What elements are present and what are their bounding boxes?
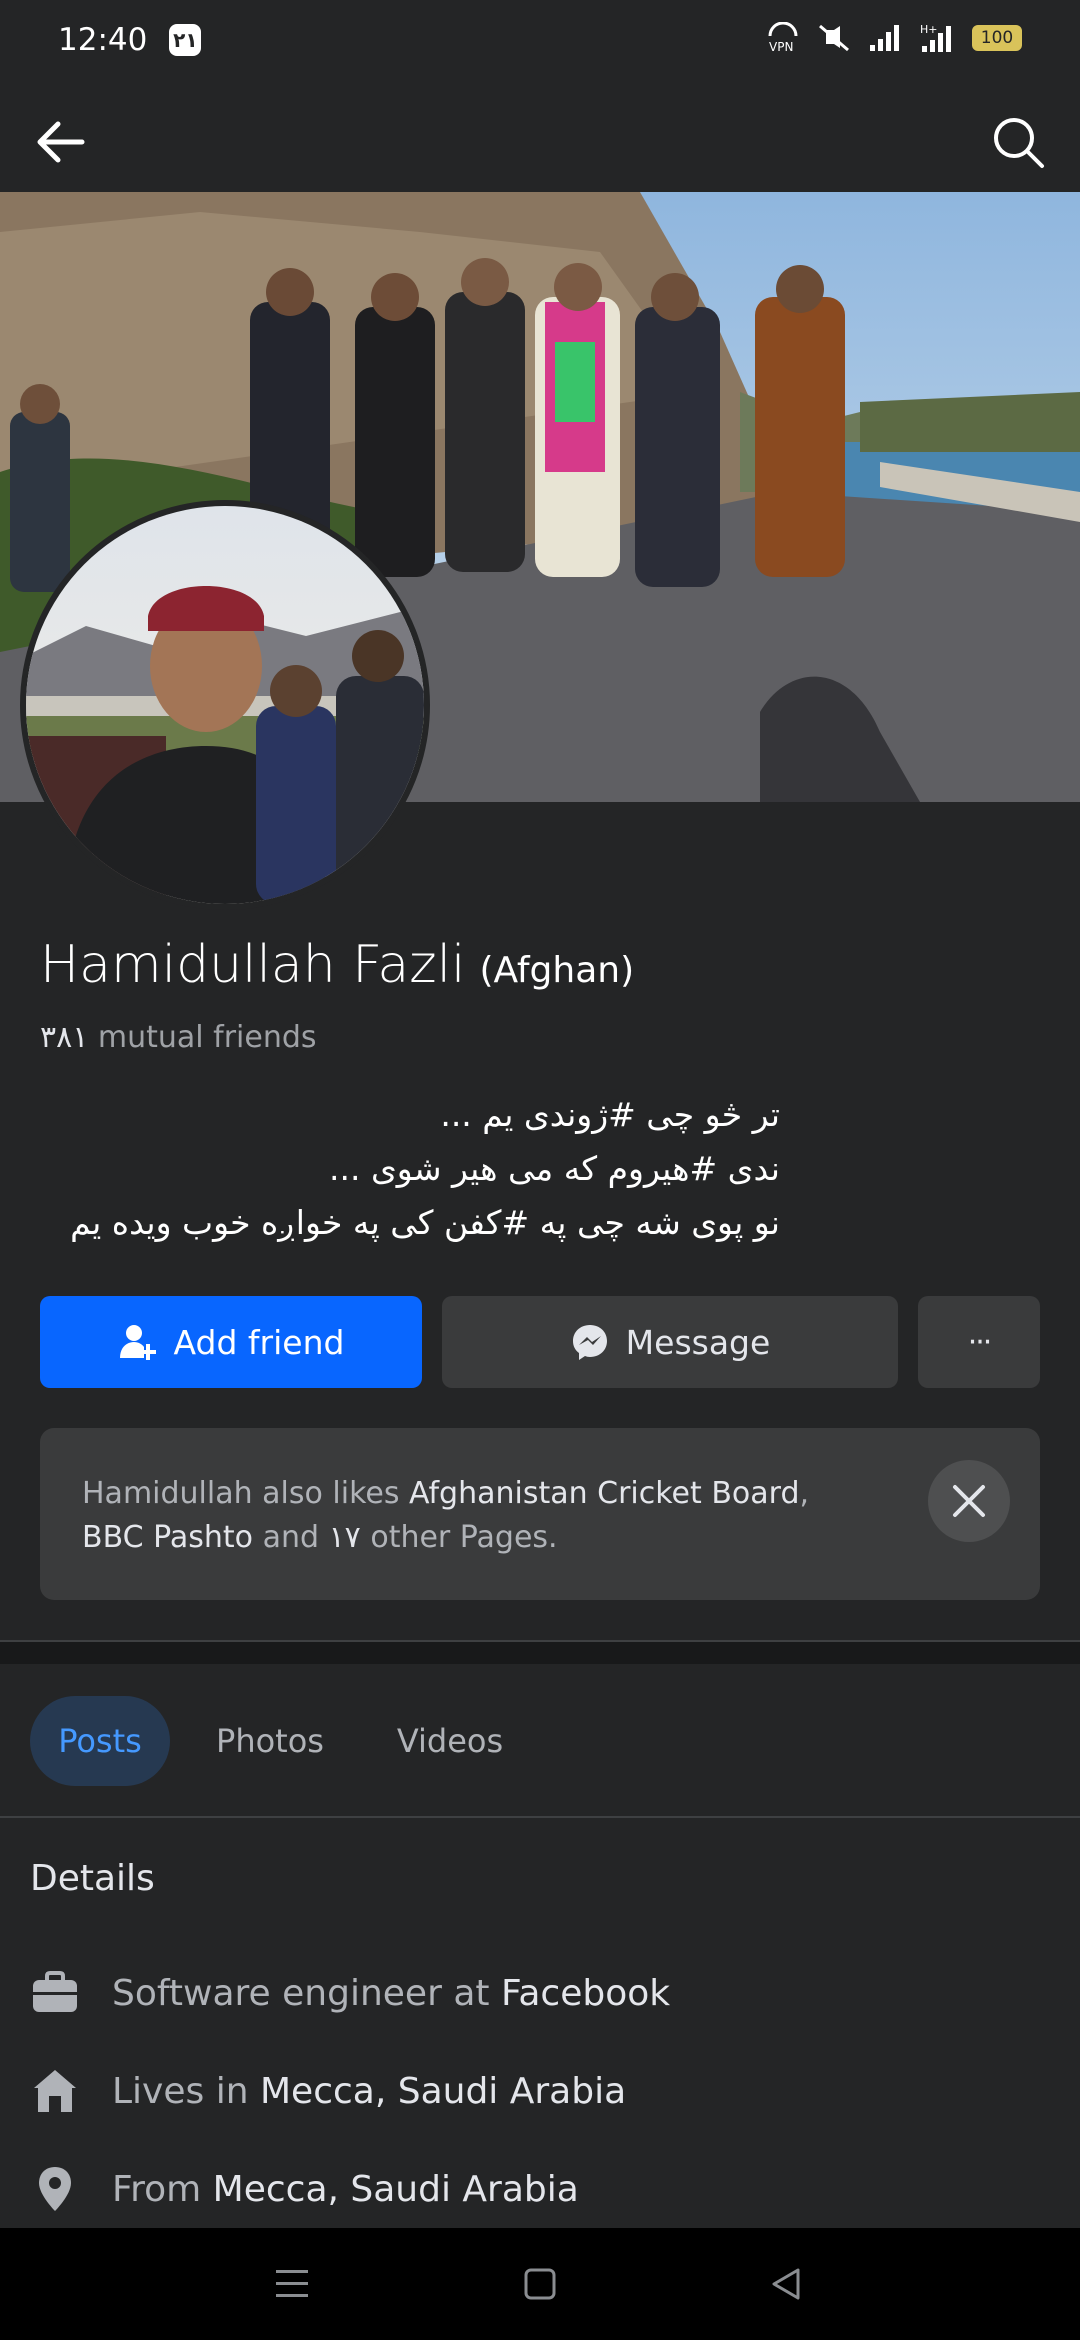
mutual-friends[interactable]: ۳۸۱ mutual friends [40, 1020, 317, 1055]
location-pin-icon [39, 2167, 71, 2211]
close-icon [953, 1485, 985, 1517]
bio-line: تر څو چی #ژوندی یم ... [440, 1095, 780, 1134]
message-button[interactable]: Message [442, 1296, 898, 1388]
more-options-button[interactable]: ··· [918, 1296, 1040, 1388]
top-nav [0, 80, 1080, 192]
lives-prefix: Lives in [112, 2070, 249, 2112]
system-nav-bar [0, 2228, 1080, 2340]
mutual-friends-count: ۳۸۱ [40, 1020, 89, 1055]
profile-name: Hamidullah Fazli [40, 935, 466, 995]
notification-badge-icon: ۲۱ [169, 24, 202, 56]
liked-page-link[interactable]: BBC Pashto [82, 1520, 253, 1555]
profile-bio: تر څو چی #ژوندی یم ... ندی #هیروم که می … [40, 1088, 780, 1250]
svg-text:VPN: VPN [769, 40, 793, 54]
likes-separator: , [799, 1476, 810, 1511]
add-friend-label: Add friend [173, 1322, 345, 1362]
likes-prefix: Hamidullah also likes [82, 1476, 400, 1511]
add-friend-icon [119, 1325, 156, 1360]
home-icon [34, 2070, 76, 2112]
mute-icon [819, 24, 849, 52]
message-label: Message [625, 1322, 771, 1362]
work-prefix: Software engineer at [112, 1972, 490, 2014]
home-button-icon[interactable] [522, 2266, 558, 2302]
briefcase-icon [33, 1971, 77, 2012]
liked-page-link[interactable]: Afghanistan Cricket Board [409, 1476, 799, 1511]
menu-icon[interactable] [272, 2266, 312, 2302]
tab-videos[interactable]: Videos [380, 1696, 520, 1786]
likes-and: and [262, 1520, 320, 1555]
from-prefix: From [112, 2168, 202, 2210]
work-place-link[interactable]: Facebook [501, 1973, 670, 2014]
section-divider [0, 1640, 1080, 1664]
mutual-friends-label: mutual friends [97, 1020, 317, 1055]
details-title: Details [30, 1858, 155, 1899]
battery-icon: 100 [972, 25, 1022, 51]
likes-other-count[interactable]: ۱۷ [329, 1520, 361, 1555]
status-time: 12:40 [58, 22, 148, 58]
profile-alt-name: (Afghan) [479, 950, 635, 991]
back-triangle-icon[interactable] [768, 2266, 804, 2302]
tab-photos[interactable]: Photos [200, 1696, 340, 1786]
messenger-icon [572, 1325, 607, 1360]
vpn-icon: VPN [768, 22, 798, 54]
detail-work: Software engineer at Facebook [30, 1968, 670, 2018]
detail-from: From Mecca, Saudi Arabia [30, 2164, 579, 2214]
likes-suffix: other Pages. [370, 1520, 558, 1555]
profile-tabs: Posts Photos Videos [0, 1664, 1080, 1818]
signal-icon [870, 25, 899, 51]
lives-place-link[interactable]: Mecca, Saudi Arabia [260, 2071, 626, 2112]
status-bar: 12:40 ۲۱ VPN H+ 100 [0, 0, 1080, 80]
profile-name-row: Hamidullah Fazli (Afghan) [40, 935, 634, 995]
search-icon[interactable] [986, 110, 1050, 174]
tab-posts[interactable]: Posts [30, 1696, 170, 1786]
back-arrow-icon[interactable] [30, 110, 94, 174]
detail-lives: Lives in Mecca, Saudi Arabia [30, 2066, 626, 2116]
bio-line: ندی #هیروم که می هیر شوی ... [328, 1149, 780, 1188]
add-friend-button[interactable]: Add friend [40, 1296, 422, 1388]
svg-text:H+: H+ [920, 23, 938, 36]
profile-picture[interactable] [20, 500, 430, 910]
from-place-link[interactable]: Mecca, Saudi Arabia [213, 2169, 579, 2210]
liked-pages-card: Hamidullah also likes Afghanistan Cricke… [40, 1428, 1040, 1600]
signal-h-icon: H+ [920, 23, 951, 52]
bio-line: نو پوی شه چی په #کفن کی په خواږه خوب وید… [70, 1203, 780, 1242]
status-icons: VPN H+ 100 [766, 22, 1022, 54]
more-options-icon: ··· [967, 1324, 993, 1360]
close-button[interactable] [928, 1460, 1010, 1542]
